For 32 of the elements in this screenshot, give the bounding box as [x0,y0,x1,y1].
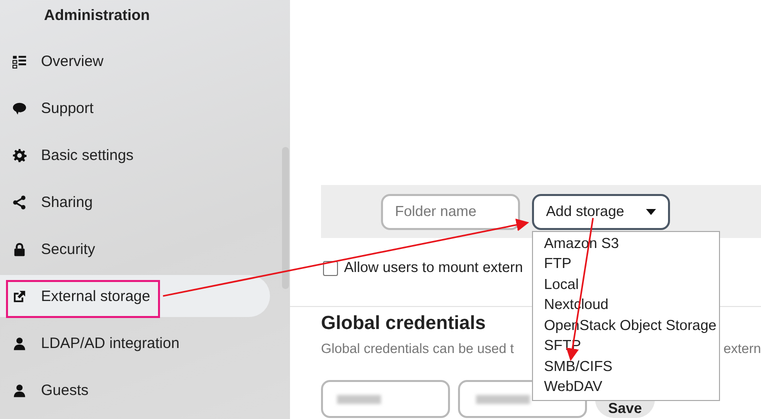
menu-option[interactable]: FTP [544,254,719,274]
share-icon [12,194,27,210]
section-title: Global credentials [321,313,486,335]
menu-option[interactable]: SMB/CIFS [544,356,719,377]
section-description: Global credentials can be used t [321,341,514,356]
sidebar-item[interactable]: Basic settings [0,134,270,176]
person-icon [12,382,27,398]
redacted-value [337,394,381,404]
checkbox-label: Allow users to mount extern [344,260,523,276]
menu-option[interactable]: WebDAV [544,377,719,398]
menu-option[interactable]: Local [544,274,719,295]
add-storage-dropdown[interactable]: Add storage [532,194,670,230]
list-icon [12,54,27,68]
sidebar-item[interactable]: External storage [0,275,270,317]
lock-icon [12,242,27,256]
sidebar-item[interactable]: Overview [0,40,270,82]
sidebar-item[interactable]: LDAP/AD integration [0,322,270,364]
speech-bubble-icon [12,100,27,116]
sidebar-item[interactable]: Sharing [0,181,270,223]
sidebar-item[interactable]: Support [0,87,270,129]
redacted-value [476,394,530,404]
section-description: extern [723,341,761,356]
folder-name-field[interactable]: Folder name [381,194,520,230]
scrollbar[interactable] [282,147,289,289]
sidebar-item[interactable]: Security [0,228,270,270]
caret-icon [646,208,656,214]
external-link-icon [12,288,27,304]
sidebar-heading: Administration [43,6,151,26]
sidebar-item[interactable]: Guests [0,369,270,411]
person-icon [12,336,27,350]
username-field[interactable] [321,380,450,418]
gear-icon [12,148,27,162]
